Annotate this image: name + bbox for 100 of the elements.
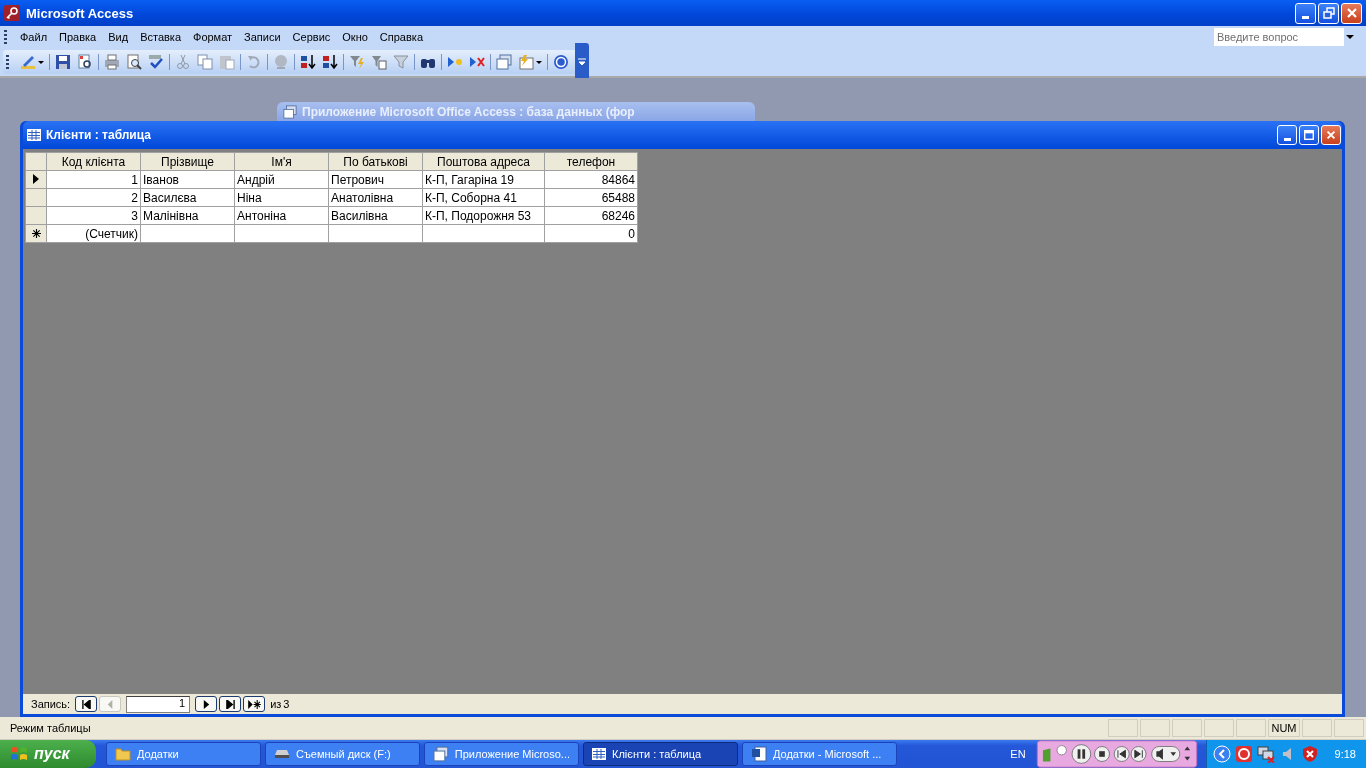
minimize-button[interactable] bbox=[1295, 2, 1316, 24]
menu-item[interactable]: Вид bbox=[103, 31, 134, 43]
table-cell: Петрович bbox=[328, 170, 423, 189]
spelling-icon[interactable] bbox=[148, 54, 164, 70]
new-record-icon bbox=[247, 699, 261, 709]
taskbar-button[interactable]: Съемный диск (F:) bbox=[265, 742, 420, 766]
record-of-label: из bbox=[270, 698, 282, 710]
next-record-button[interactable] bbox=[195, 696, 218, 712]
table-cell: Малінівна bbox=[140, 206, 235, 225]
table-cell: К-П, Гагаріна 19 bbox=[422, 170, 545, 189]
table-cell: 2 bbox=[46, 188, 141, 207]
menu-item[interactable]: Справка bbox=[374, 31, 428, 43]
table-window-title: Клієнти : таблица bbox=[46, 128, 151, 142]
maximize-button[interactable] bbox=[1299, 125, 1319, 145]
column-header[interactable]: Прізвище bbox=[140, 152, 235, 171]
table-cell: (Счетчик) bbox=[46, 224, 141, 243]
asterisk-icon bbox=[31, 228, 41, 238]
dropdown-arrow-icon[interactable] bbox=[1346, 35, 1354, 39]
table-cell: Анатолівна bbox=[328, 188, 423, 207]
table-icon bbox=[592, 748, 606, 760]
sort-ascending-icon[interactable] bbox=[300, 54, 316, 70]
close-button[interactable] bbox=[1341, 2, 1362, 24]
table-cell: 68246 bbox=[544, 206, 638, 225]
table-cell: Ніна bbox=[234, 188, 329, 207]
filter-selection-icon[interactable] bbox=[349, 54, 365, 70]
windows-flag-icon bbox=[10, 745, 28, 763]
new-record-icon[interactable] bbox=[447, 54, 463, 70]
folder-icon bbox=[115, 746, 131, 762]
column-header[interactable]: Поштова адреса bbox=[422, 152, 545, 171]
taskbar-button[interactable]: Клієнти : таблица bbox=[583, 742, 738, 766]
taskbar-button[interactable]: Додатки - Microsoft ... bbox=[742, 742, 897, 766]
save-icon[interactable] bbox=[55, 54, 71, 70]
restore-icon bbox=[1321, 6, 1336, 20]
table-cell: К-П, Подорожня 53 bbox=[422, 206, 545, 225]
table-cell: Андрій bbox=[234, 170, 329, 189]
file-search-icon[interactable] bbox=[77, 54, 93, 70]
minimize-button[interactable] bbox=[1277, 125, 1297, 145]
status-text: Режим таблицы bbox=[9, 722, 92, 734]
taskbar-button[interactable]: Додатки bbox=[106, 742, 261, 766]
menu-item[interactable]: Окно bbox=[337, 31, 373, 43]
minimize-icon bbox=[1302, 15, 1309, 19]
drive-icon bbox=[274, 749, 290, 759]
table-cell: Василєва bbox=[140, 188, 235, 207]
corner-cell[interactable] bbox=[25, 152, 47, 171]
table-cell: 1 bbox=[46, 170, 141, 189]
menu-item[interactable]: Вставка bbox=[135, 31, 186, 43]
column-header[interactable]: Ім'я bbox=[234, 152, 329, 171]
minimize-icon bbox=[1283, 137, 1291, 141]
toolbar-options-icon[interactable] bbox=[575, 43, 589, 81]
menu-item[interactable]: Сервис bbox=[287, 31, 336, 43]
close-icon bbox=[1325, 129, 1337, 141]
print-preview-icon[interactable] bbox=[126, 54, 142, 70]
show-hidden-icons-button[interactable] bbox=[1212, 745, 1231, 763]
access-key-icon bbox=[4, 5, 20, 21]
record-number-field[interactable]: 1 bbox=[126, 695, 191, 713]
taskbar-button[interactable]: Приложение Microso... bbox=[424, 742, 579, 766]
table-cell: 65488 bbox=[544, 188, 638, 207]
record-total: 3 bbox=[283, 698, 290, 710]
new-record-button[interactable] bbox=[243, 696, 266, 712]
filter-form-icon[interactable] bbox=[371, 54, 387, 70]
delete-record-icon[interactable] bbox=[469, 54, 485, 70]
menu-item[interactable]: Записи bbox=[239, 31, 286, 43]
window-title: Microsoft Access bbox=[26, 5, 134, 21]
column-header[interactable]: телефон bbox=[544, 152, 638, 171]
table-cell: 0 bbox=[544, 224, 638, 243]
dropdown-arrow-icon[interactable] bbox=[38, 60, 44, 64]
last-icon bbox=[225, 699, 235, 709]
first-icon bbox=[81, 699, 91, 709]
shield-icon[interactable] bbox=[1300, 745, 1319, 763]
first-record-button[interactable] bbox=[75, 696, 98, 712]
dropdown-arrow-icon[interactable] bbox=[536, 60, 542, 64]
table-cell: К-П, Соборна 41 bbox=[422, 188, 545, 207]
clock: 9:18 bbox=[1334, 748, 1356, 760]
num-lock-indicator: NUM bbox=[1268, 719, 1300, 737]
database-window-icon[interactable] bbox=[496, 54, 512, 70]
maximize-icon bbox=[1303, 129, 1315, 141]
sort-descending-icon[interactable] bbox=[322, 54, 338, 70]
document-icon bbox=[751, 746, 767, 762]
printer-icon[interactable] bbox=[104, 54, 120, 70]
network-disconnected-icon[interactable] bbox=[1256, 745, 1275, 763]
design-view-icon[interactable] bbox=[20, 54, 36, 70]
column-header[interactable]: Код клієнта bbox=[46, 152, 141, 171]
close-icon bbox=[1344, 6, 1359, 20]
table-cell: 84864 bbox=[544, 170, 638, 189]
menu-item[interactable]: Правка bbox=[54, 31, 102, 43]
table-cell: Іванов bbox=[140, 170, 235, 189]
close-button[interactable] bbox=[1321, 125, 1341, 145]
table-icon bbox=[27, 128, 41, 142]
target-icon[interactable] bbox=[1234, 745, 1253, 763]
help-icon[interactable] bbox=[553, 54, 569, 70]
language-indicator[interactable]: EN bbox=[1010, 748, 1026, 760]
next-icon bbox=[201, 699, 211, 709]
menu-item[interactable]: Файл bbox=[15, 31, 53, 43]
help-search-field[interactable]: Введите вопрос bbox=[1214, 28, 1344, 46]
menu-item[interactable]: Формат bbox=[188, 31, 238, 43]
record-label: Запись: bbox=[31, 698, 71, 710]
last-record-button[interactable] bbox=[219, 696, 242, 712]
restore-button[interactable] bbox=[1318, 2, 1339, 24]
column-header[interactable]: По батькові bbox=[328, 152, 423, 171]
database-icon bbox=[283, 105, 297, 119]
